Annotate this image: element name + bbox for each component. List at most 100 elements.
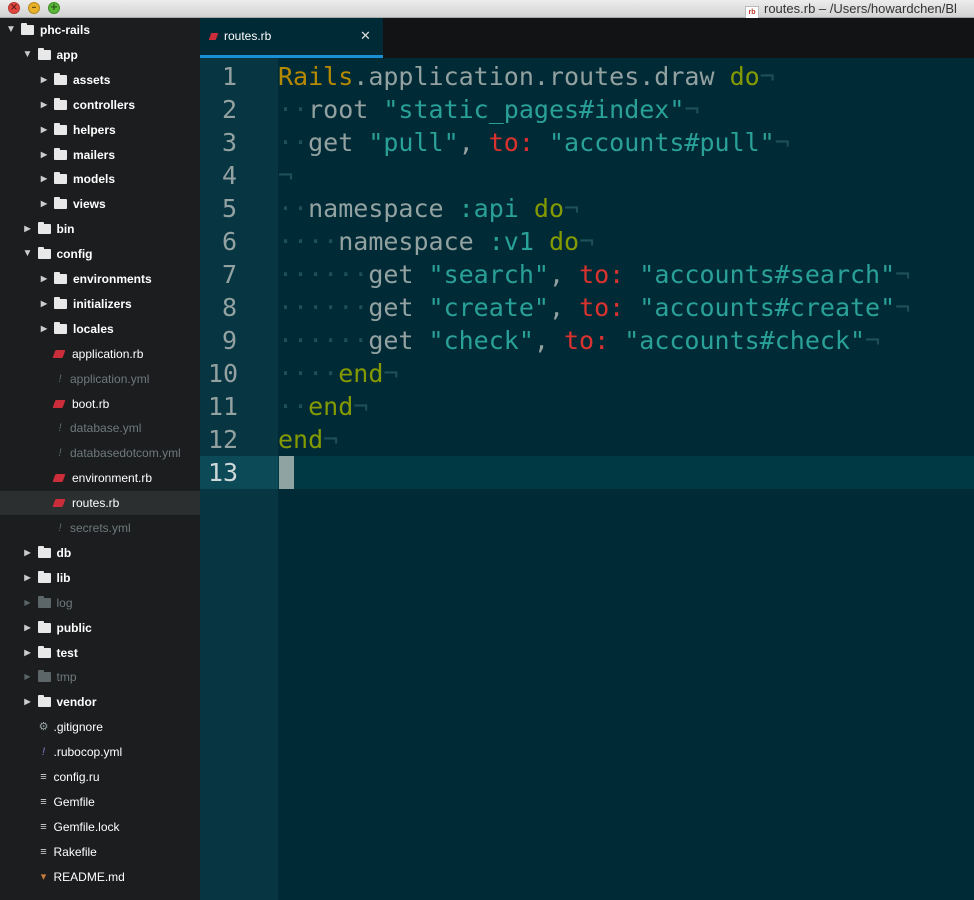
folder-icon	[54, 272, 67, 284]
chevron-down-icon[interactable]: ▼	[23, 43, 33, 67]
tree-item-application-yml[interactable]: ! application.yml	[0, 367, 200, 391]
tree-item-routes-rb[interactable]: routes.rb	[0, 491, 200, 516]
folder-icon	[37, 670, 51, 683]
tree-item-label: controllers	[73, 97, 136, 112]
tree-item-locales[interactable]: ▶ locales	[0, 317, 200, 341]
tree-item-log[interactable]: ▶ log	[0, 591, 200, 615]
tree-item-helpers[interactable]: ▶ helpers	[0, 118, 200, 142]
tree-item-vendor[interactable]: ▶ vendor	[0, 690, 200, 714]
end-of-line-marker: ¬	[278, 161, 294, 190]
tab-label: routes.rb	[224, 29, 272, 43]
tree-item-config[interactable]: ▼ config	[0, 242, 200, 266]
code-token: "check"	[428, 326, 534, 355]
line-number: 4	[222, 161, 238, 190]
chevron-right-icon[interactable]: ▶	[39, 292, 49, 316]
folder-icon	[54, 321, 67, 334]
indent-whitespace: ····	[278, 359, 339, 388]
folder-icon	[37, 47, 51, 60]
code-token: "search"	[428, 260, 549, 289]
tree-item-label: public	[56, 620, 92, 635]
close-tab-icon[interactable]: ✕	[360, 28, 371, 44]
window-close-button[interactable]: ×	[8, 2, 20, 14]
tree-item-rubocop-yml[interactable]: ! .rubocop.yml	[0, 740, 200, 764]
ruby-file-icon	[52, 399, 66, 408]
tree-item-mailers[interactable]: ▶ mailers	[0, 143, 200, 167]
line-number: 10	[208, 359, 239, 388]
chevron-right-icon[interactable]: ▶	[23, 641, 33, 665]
tree-item-databasedotcom-yml[interactable]: ! databasedotcom.yml	[0, 441, 200, 465]
tree-item-controllers[interactable]: ▶ controllers	[0, 93, 200, 117]
code-line: ····namespace :v1 do¬	[278, 225, 594, 258]
chevron-right-icon[interactable]: ▶	[39, 93, 49, 117]
tab-routes-rb[interactable]: routes.rb ✕	[200, 18, 383, 58]
tree-item-bin[interactable]: ▶ bin	[0, 217, 200, 241]
chevron-down-icon[interactable]: ▼	[23, 242, 33, 266]
code-token: .application.routes.draw	[353, 62, 730, 91]
ruby-file-icon	[52, 474, 66, 483]
chevron-right-icon[interactable]: ▶	[39, 267, 49, 291]
tree-item-rakefile[interactable]: ≡ Rakefile	[0, 840, 200, 864]
tree-item-label: Gemfile	[53, 794, 95, 809]
tree-item-readme-md[interactable]: ▾ README.md	[0, 865, 200, 889]
end-of-line-marker: ¬	[895, 293, 911, 322]
window-maximize-button[interactable]: +	[48, 2, 60, 14]
chevron-right-icon[interactable]: ▶	[23, 665, 33, 689]
tree-item-label: Rakefile	[53, 844, 97, 859]
tree-item-gitignore[interactable]: ⚙ .gitignore	[0, 715, 200, 739]
end-of-line-marker: ¬	[684, 95, 700, 124]
folder-icon	[54, 197, 67, 210]
tree-item-assets[interactable]: ▶ assets	[0, 68, 200, 92]
code-token: get	[368, 260, 429, 289]
tree-item-label: log	[56, 595, 73, 610]
tree-item-tmp[interactable]: ▶ tmp	[0, 665, 200, 689]
code-editor[interactable]: 1 2 3 4 5 6 7 8 9 10 11 12 13 Rails.application.rout…	[200, 58, 974, 900]
tree-item-app[interactable]: ▼ app	[0, 43, 200, 67]
chevron-right-icon[interactable]: ▶	[39, 143, 49, 167]
code-line: ¬	[278, 159, 293, 192]
tree-item-db[interactable]: ▶ db	[0, 541, 200, 565]
tree-item-secrets-yml[interactable]: ! secrets.yml	[0, 516, 200, 540]
end-of-line-marker: ¬	[895, 260, 911, 289]
chevron-right-icon[interactable]: ▶	[23, 616, 33, 640]
end-of-line-marker: ¬	[579, 227, 595, 256]
chevron-right-icon[interactable]: ▶	[39, 317, 49, 341]
line-number: 5	[222, 194, 238, 223]
text-file-icon: ≡	[40, 771, 47, 783]
chevron-down-icon[interactable]: ▼	[6, 18, 16, 42]
tree-item-models[interactable]: ▶ models	[0, 167, 200, 191]
ruby-file-icon	[52, 499, 66, 508]
ruby-file-icon	[52, 349, 66, 358]
tree-item-application-rb[interactable]: application.rb	[0, 342, 200, 366]
tree-item-lib[interactable]: ▶ lib	[0, 566, 200, 590]
tree-item-gemfile-lock[interactable]: ≡ Gemfile.lock	[0, 815, 200, 839]
line-number: 1	[222, 62, 238, 91]
chevron-right-icon[interactable]: ▶	[39, 68, 49, 92]
chevron-right-icon[interactable]: ▶	[23, 690, 33, 714]
window-title-bar: × – + rb routes.rb – /Users/howardchen/Bl	[0, 0, 974, 20]
chevron-right-icon[interactable]: ▶	[39, 118, 49, 142]
chevron-right-icon[interactable]: ▶	[39, 192, 49, 216]
tree-item-test[interactable]: ▶ test	[0, 641, 200, 665]
chevron-right-icon[interactable]: ▶	[23, 217, 33, 241]
tree-item-environment-rb[interactable]: environment.rb	[0, 466, 200, 490]
line-number: 13	[200, 456, 278, 489]
tree-item-initializers[interactable]: ▶ initializers	[0, 292, 200, 316]
window-minimize-button[interactable]: –	[28, 2, 40, 14]
tree-item-config-ru[interactable]: ≡ config.ru	[0, 765, 200, 789]
folder-icon	[54, 147, 67, 160]
tree-item-public[interactable]: ▶ public	[0, 616, 200, 640]
code-token: "create"	[428, 293, 549, 322]
tree-item-boot-rb[interactable]: boot.rb	[0, 392, 200, 416]
code-token: "accounts#search"	[639, 260, 896, 289]
tree-item-database-yml[interactable]: ! database.yml	[0, 416, 200, 440]
tree-item-environments[interactable]: ▶ environments	[0, 267, 200, 291]
end-of-line-marker: ¬	[774, 128, 790, 157]
chevron-right-icon[interactable]: ▶	[39, 167, 49, 191]
chevron-right-icon[interactable]: ▶	[23, 566, 33, 590]
tree-item-views[interactable]: ▶ views	[0, 192, 200, 216]
chevron-right-icon[interactable]: ▶	[23, 591, 33, 615]
chevron-right-icon[interactable]: ▶	[23, 541, 33, 565]
tree-item-label: mailers	[73, 147, 116, 162]
tree-item-phc-rails[interactable]: ▼ phc-rails	[0, 18, 200, 42]
tree-item-gemfile[interactable]: ≡ Gemfile	[0, 790, 200, 814]
